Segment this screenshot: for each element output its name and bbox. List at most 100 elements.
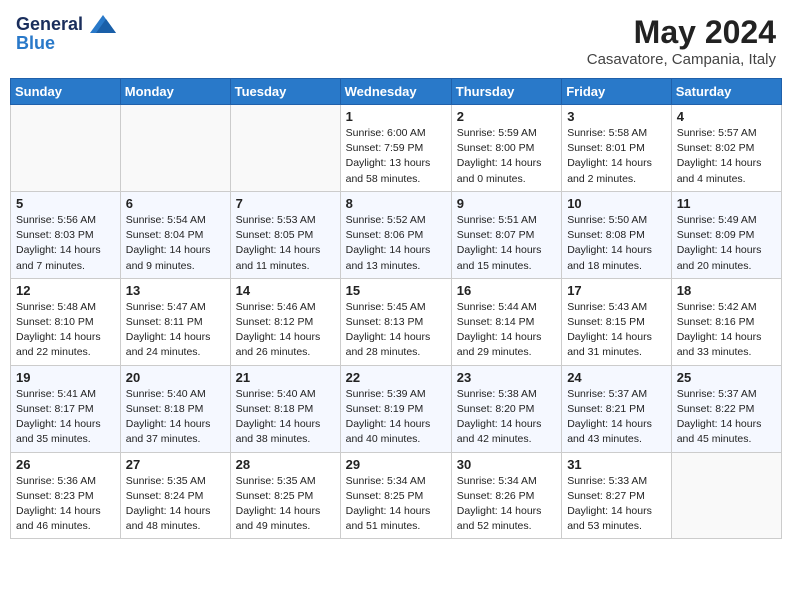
calendar-cell: 18 Sunrise: 5:42 AMSunset: 8:16 PMDayligh… <box>671 278 781 365</box>
logo-blue: Blue <box>16 33 116 54</box>
day-number: 23 <box>457 370 556 385</box>
day-number: 29 <box>346 457 446 472</box>
day-number: 2 <box>457 109 556 124</box>
day-info: Sunrise: 5:49 AMSunset: 8:09 PMDaylight:… <box>677 213 776 274</box>
day-info: Sunrise: 5:41 AMSunset: 8:17 PMDaylight:… <box>16 387 115 448</box>
day-number: 25 <box>677 370 776 385</box>
calendar-cell: 24Sunrise: 5:37 AMSunset: 8:21 PMDayligh… <box>562 365 672 452</box>
day-number: 7 <box>236 196 335 211</box>
day-info: Sunrise: 5:38 AMSunset: 8:20 PMDaylight:… <box>457 387 556 448</box>
day-number: 1 <box>346 109 446 124</box>
day-number: 24 <box>567 370 666 385</box>
day-number: 14 <box>236 283 335 298</box>
day-info: Sunrise: 5:57 AMSunset: 8:02 PMDaylight:… <box>677 126 776 187</box>
day-info: Sunrise: 5:40 AMSunset: 8:18 PMDaylight:… <box>236 387 335 448</box>
calendar-cell: 11 Sunrise: 5:49 AMSunset: 8:09 PMDayligh… <box>671 191 781 278</box>
weekday-header: Monday <box>120 79 230 105</box>
calendar-cell: 2 Sunrise: 5:59 AMSunset: 8:00 PMDaylight… <box>451 105 561 192</box>
day-number: 15 <box>346 283 446 298</box>
day-number: 17 <box>567 283 666 298</box>
calendar-cell: 17 Sunrise: 5:43 AMSunset: 8:15 PMDayligh… <box>562 278 672 365</box>
calendar-cell: 14Sunrise: 5:46 AMSunset: 8:12 PMDayligh… <box>230 278 340 365</box>
day-number: 3 <box>567 109 666 124</box>
calendar-cell: 22Sunrise: 5:39 AMSunset: 8:19 PMDayligh… <box>340 365 451 452</box>
page-header: General Blue May 2024 Casavatore, Campan… <box>10 10 782 72</box>
day-number: 5 <box>16 196 115 211</box>
calendar-week-row: 19 Sunrise: 5:41 AMSunset: 8:17 PMDayligh… <box>11 365 782 452</box>
calendar-cell: 7 Sunrise: 5:53 AMSunset: 8:05 PMDaylight… <box>230 191 340 278</box>
calendar-cell: 30 Sunrise: 5:34 AMSunset: 8:26 PMDayligh… <box>451 452 561 539</box>
calendar-cell: 16 Sunrise: 5:44 AMSunset: 8:14 PMDayligh… <box>451 278 561 365</box>
day-info: Sunrise: 5:53 AMSunset: 8:05 PMDaylight:… <box>236 213 335 274</box>
day-info: Sunrise: 5:51 AMSunset: 8:07 PMDaylight:… <box>457 213 556 274</box>
calendar-cell <box>230 105 340 192</box>
calendar-cell <box>11 105 121 192</box>
day-number: 16 <box>457 283 556 298</box>
calendar-cell: 3Sunrise: 5:58 AMSunset: 8:01 PMDaylight… <box>562 105 672 192</box>
logo: General Blue <box>16 14 116 54</box>
day-number: 26 <box>16 457 115 472</box>
day-number: 21 <box>236 370 335 385</box>
day-number: 10 <box>567 196 666 211</box>
day-number: 27 <box>126 457 225 472</box>
day-number: 18 <box>677 283 776 298</box>
weekday-header: Sunday <box>11 79 121 105</box>
calendar-cell: 1Sunrise: 6:00 AMSunset: 7:59 PMDaylight… <box>340 105 451 192</box>
day-number: 19 <box>16 370 115 385</box>
calendar-cell: 23 Sunrise: 5:38 AMSunset: 8:20 PMDayligh… <box>451 365 561 452</box>
calendar-cell: 12Sunrise: 5:48 AMSunset: 8:10 PMDayligh… <box>11 278 121 365</box>
title-block: May 2024 Casavatore, Campania, Italy <box>587 14 776 68</box>
calendar-cell: 8 Sunrise: 5:52 AMSunset: 8:06 PMDaylight… <box>340 191 451 278</box>
calendar-week-row: 26 Sunrise: 5:36 AMSunset: 8:23 PMDayligh… <box>11 452 782 539</box>
logo-text: General <box>16 14 116 35</box>
day-number: 20 <box>126 370 225 385</box>
day-info: Sunrise: 5:52 AMSunset: 8:06 PMDaylight:… <box>346 213 446 274</box>
day-number: 8 <box>346 196 446 211</box>
day-number: 11 <box>677 196 776 211</box>
day-info: Sunrise: 5:48 AMSunset: 8:10 PMDaylight:… <box>16 300 115 361</box>
weekday-header: Saturday <box>671 79 781 105</box>
day-number: 30 <box>457 457 556 472</box>
weekday-header-row: SundayMondayTuesdayWednesdayThursdayFrid… <box>11 79 782 105</box>
calendar-cell: 5 Sunrise: 5:56 AMSunset: 8:03 PMDaylight… <box>11 191 121 278</box>
calendar-cell: 29Sunrise: 5:34 AMSunset: 8:25 PMDayligh… <box>340 452 451 539</box>
day-info: Sunrise: 5:40 AMSunset: 8:18 PMDaylight:… <box>126 387 225 448</box>
day-info: Sunrise: 5:35 AMSunset: 8:25 PMDaylight:… <box>236 474 335 535</box>
calendar-cell <box>671 452 781 539</box>
calendar-cell: 31 Sunrise: 5:33 AMSunset: 8:27 PMDayligh… <box>562 452 672 539</box>
day-info: Sunrise: 5:36 AMSunset: 8:23 PMDaylight:… <box>16 474 115 535</box>
day-info: Sunrise: 5:37 AMSunset: 8:22 PMDaylight:… <box>677 387 776 448</box>
logo-icon <box>90 15 116 33</box>
day-info: Sunrise: 5:59 AMSunset: 8:00 PMDaylight:… <box>457 126 556 187</box>
day-info: Sunrise: 5:35 AMSunset: 8:24 PMDaylight:… <box>126 474 225 535</box>
calendar-cell: 6Sunrise: 5:54 AMSunset: 8:04 PMDaylight… <box>120 191 230 278</box>
calendar-week-row: 5 Sunrise: 5:56 AMSunset: 8:03 PMDaylight… <box>11 191 782 278</box>
day-info: Sunrise: 5:56 AMSunset: 8:03 PMDaylight:… <box>16 213 115 274</box>
weekday-header: Thursday <box>451 79 561 105</box>
calendar-cell: 15Sunrise: 5:45 AMSunset: 8:13 PMDayligh… <box>340 278 451 365</box>
calendar-cell: 4 Sunrise: 5:57 AMSunset: 8:02 PMDaylight… <box>671 105 781 192</box>
calendar-week-row: 1Sunrise: 6:00 AMSunset: 7:59 PMDaylight… <box>11 105 782 192</box>
calendar-cell: 21 Sunrise: 5:40 AMSunset: 8:18 PMDayligh… <box>230 365 340 452</box>
day-info: Sunrise: 5:34 AMSunset: 8:26 PMDaylight:… <box>457 474 556 535</box>
day-info: Sunrise: 5:42 AMSunset: 8:16 PMDaylight:… <box>677 300 776 361</box>
day-number: 4 <box>677 109 776 124</box>
weekday-header: Tuesday <box>230 79 340 105</box>
day-info: Sunrise: 5:33 AMSunset: 8:27 PMDaylight:… <box>567 474 666 535</box>
day-info: Sunrise: 5:43 AMSunset: 8:15 PMDaylight:… <box>567 300 666 361</box>
day-number: 9 <box>457 196 556 211</box>
day-number: 31 <box>567 457 666 472</box>
calendar-cell: 25 Sunrise: 5:37 AMSunset: 8:22 PMDayligh… <box>671 365 781 452</box>
calendar-cell: 9 Sunrise: 5:51 AMSunset: 8:07 PMDaylight… <box>451 191 561 278</box>
day-number: 28 <box>236 457 335 472</box>
calendar-cell: 13Sunrise: 5:47 AMSunset: 8:11 PMDayligh… <box>120 278 230 365</box>
calendar-cell <box>120 105 230 192</box>
weekday-header: Wednesday <box>340 79 451 105</box>
calendar-cell: 27 Sunrise: 5:35 AMSunset: 8:24 PMDayligh… <box>120 452 230 539</box>
month-year: May 2024 <box>587 14 776 51</box>
day-info: Sunrise: 5:44 AMSunset: 8:14 PMDaylight:… <box>457 300 556 361</box>
calendar-cell: 26 Sunrise: 5:36 AMSunset: 8:23 PMDayligh… <box>11 452 121 539</box>
day-number: 6 <box>126 196 225 211</box>
day-info: Sunrise: 5:39 AMSunset: 8:19 PMDaylight:… <box>346 387 446 448</box>
calendar-week-row: 12Sunrise: 5:48 AMSunset: 8:10 PMDayligh… <box>11 278 782 365</box>
